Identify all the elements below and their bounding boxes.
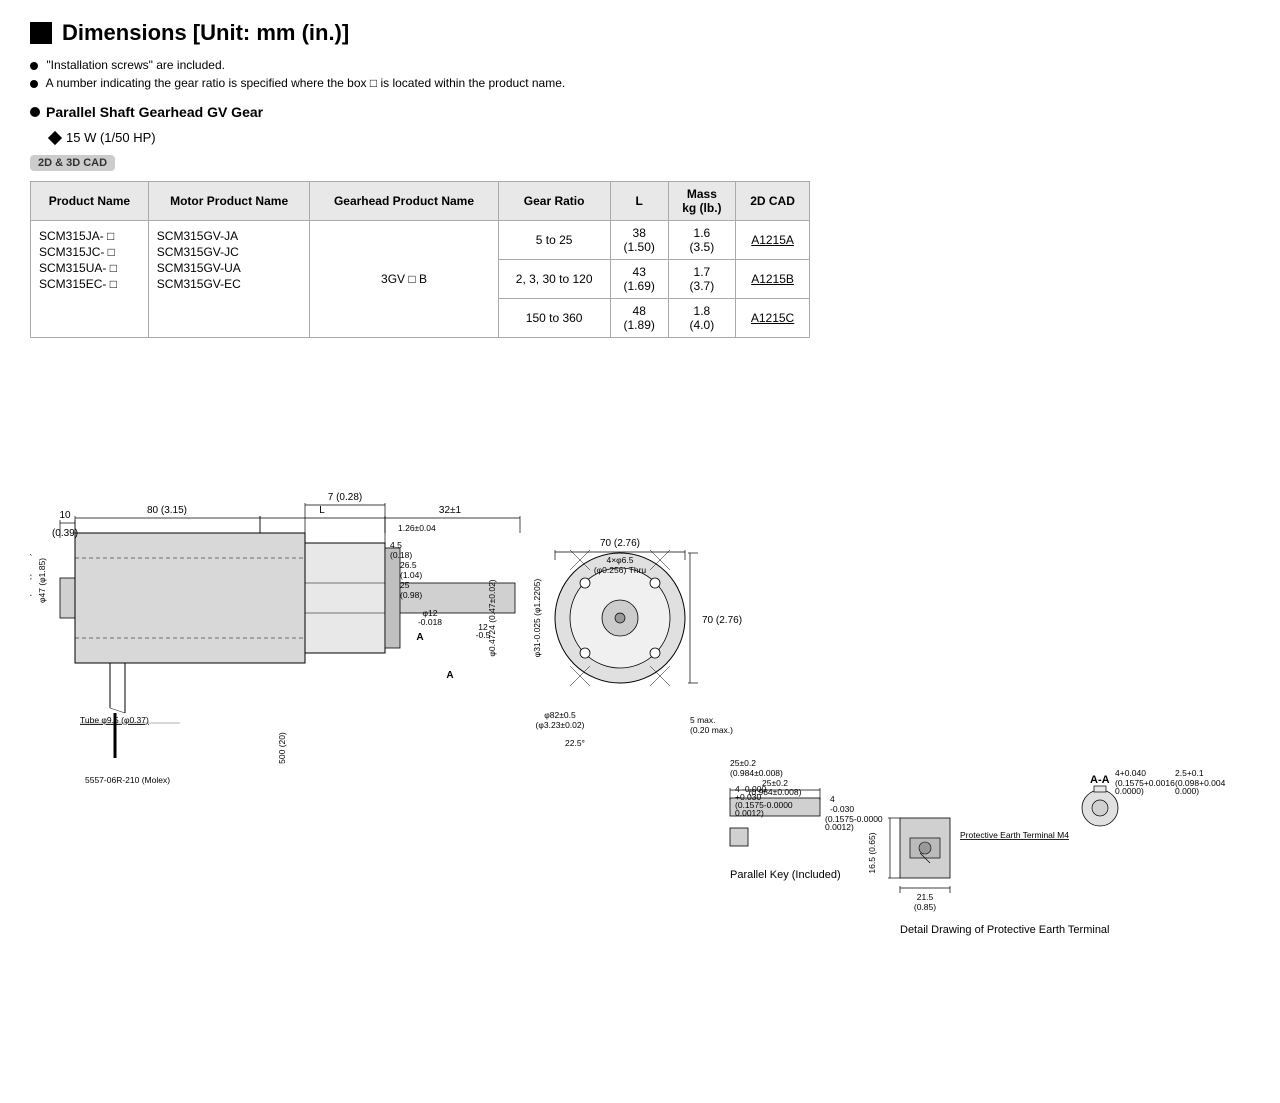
dim-10-in: (0.39) bbox=[52, 528, 78, 539]
dim-2-5-3: 0.000) bbox=[1175, 786, 1199, 796]
table-cell-mass-2: 1.7(3.7) bbox=[668, 260, 735, 299]
dim-4-0040: 4+0.040 bbox=[1115, 768, 1146, 778]
col-header-gearhead-product-name: Gearhead Product Name bbox=[310, 182, 498, 221]
page-title: Dimensions [Unit: mm (in.)] bbox=[30, 20, 1250, 46]
notes-section: "Installation screws" are included. A nu… bbox=[30, 58, 1250, 90]
dim-5-max: 5 max. bbox=[690, 715, 716, 725]
dim-phi12-tol: -0.018 bbox=[418, 617, 442, 627]
table-cell-l-2: 43(1.69) bbox=[610, 260, 668, 299]
dim-phi47: φ47 (φ1.85) bbox=[37, 558, 47, 603]
col-header-gear-ratio: Gear Ratio bbox=[498, 182, 610, 221]
dim-L: L bbox=[319, 505, 325, 516]
table-cell-product-names: SCM315JA- □ SCM315JC- □ SCM315UA- □ SCM3… bbox=[31, 221, 149, 338]
product-name-2: SCM315JC- □ bbox=[39, 245, 140, 259]
table-cell-gearhead-product-name: 3GV □ B bbox=[310, 221, 498, 338]
table-cell-mass-1: 1.6(3.5) bbox=[668, 221, 735, 260]
dim-4-5-in: (0.18) bbox=[390, 550, 412, 560]
dim-4xphi6-5: 4×φ6.5 bbox=[606, 555, 633, 565]
motor-name-3: SCM315GV-UA bbox=[157, 261, 302, 275]
dim-32: 32±1 bbox=[439, 505, 462, 516]
col-header-mass: Masskg (lb.) bbox=[668, 182, 735, 221]
col-header-product-name: Product Name bbox=[31, 182, 149, 221]
dim-80: 80 (3.15) bbox=[147, 505, 187, 516]
note-2: A number indicating the gear ratio is sp… bbox=[30, 76, 1250, 90]
section-heading: Parallel Shaft Gearhead GV Gear bbox=[30, 104, 1250, 120]
motor-name-4: SCM315GV-EC bbox=[157, 277, 302, 291]
motor-name-1: SCM315GV-JA bbox=[157, 229, 302, 243]
dim-25-in: (0.98) bbox=[400, 590, 422, 600]
dim-4-5: 4.5 bbox=[390, 540, 402, 550]
title-square-icon bbox=[30, 22, 52, 44]
bullet-icon-2 bbox=[30, 80, 38, 88]
dim-22-5: 22.5° bbox=[565, 738, 585, 748]
dimensions-table: Product Name Motor Product Name Gearhead… bbox=[30, 181, 810, 338]
table-cell-cad-1[interactable]: A1215A bbox=[736, 221, 810, 260]
dim-tube: Tube φ9.5 (φ0.37) bbox=[80, 715, 149, 725]
page-container: Dimensions [Unit: mm (in.)] "Installatio… bbox=[30, 20, 1250, 948]
section-aa-label: A-A bbox=[1090, 774, 1110, 786]
table-cell-mass-3: 1.8(4.0) bbox=[668, 299, 735, 338]
dim-70-2-76-right: 70 (2.76) bbox=[702, 615, 742, 626]
dim-A-bottom: A bbox=[416, 632, 423, 643]
dim-2-5: 2.5+0.1 bbox=[1175, 768, 1204, 778]
drawing-svg: 10 (0.39) 80 (3.15) L 32±1 7 (0.28) 4.5 bbox=[30, 368, 1250, 948]
dim-phi31: φ31-0.025 (φ1.2205) bbox=[532, 579, 542, 658]
product-name-3: SCM315UA- □ bbox=[39, 261, 140, 275]
dim-26-5: 26.5 bbox=[400, 560, 417, 570]
product-name-1: SCM315JA- □ bbox=[39, 229, 140, 243]
dim-phi69: φ69 (φ2.72) bbox=[30, 553, 32, 598]
dim-4-0040-3: 0.0000) bbox=[1115, 786, 1144, 796]
pe-terminal-label: Protective Earth Terminal M4 bbox=[960, 830, 1069, 840]
section-bullet-icon bbox=[30, 107, 40, 117]
product-name-4: SCM315EC- □ bbox=[39, 277, 140, 291]
col-header-l: L bbox=[610, 182, 668, 221]
dim-5-max-in: (0.20 max.) bbox=[690, 725, 733, 735]
dim-25: 25 bbox=[400, 580, 410, 590]
dim-molex: 5557-06R-210 (Molex) bbox=[85, 775, 170, 785]
note-1: "Installation screws" are included. bbox=[30, 58, 1250, 72]
dim-12-tol: -0.5 bbox=[476, 630, 491, 640]
col-header-2d-cad: 2D CAD bbox=[736, 182, 810, 221]
table-cell-l-1: 38(1.50) bbox=[610, 221, 668, 260]
dim-A-side: A bbox=[446, 670, 453, 681]
dim-pe-21-5-in: (0.85) bbox=[914, 902, 936, 912]
technical-drawing: 10 (0.39) 80 (3.15) L 32±1 7 (0.28) 4.5 bbox=[30, 368, 1250, 948]
dim-phi0-256-thru: (φ0.256) Thru bbox=[594, 565, 647, 575]
col-header-motor-product-name: Motor Product Name bbox=[148, 182, 310, 221]
dim-phi0-4724: φ0.4724 (0.47±0.02) bbox=[487, 579, 497, 656]
table-cell-l-3: 48(1.89) bbox=[610, 299, 668, 338]
bullet-icon-1 bbox=[30, 62, 38, 70]
diamond-icon bbox=[48, 130, 62, 144]
dim-26-5-in: (1.04) bbox=[400, 570, 422, 580]
table-cell-gear-ratio-1: 5 to 25 bbox=[498, 221, 610, 260]
dim-phi3-23: (φ3.23±0.02) bbox=[536, 720, 585, 730]
table-cell-gear-ratio-2: 2, 3, 30 to 120 bbox=[498, 260, 610, 299]
dim-key-4a: 4 bbox=[830, 794, 835, 804]
dim-key-4a-in2: 0.0012) bbox=[825, 822, 854, 832]
dim-70-2-76: 70 (2.76) bbox=[600, 538, 640, 549]
table-cell-motor-product-names: SCM315GV-JA SCM315GV-JC SCM315GV-UA SCM3… bbox=[148, 221, 310, 338]
dim-key-0-1575-2: 0.0012) bbox=[735, 808, 764, 818]
dim-7: 7 (0.28) bbox=[328, 492, 362, 503]
dim-key-4a-tol: -0.030 bbox=[830, 804, 854, 814]
dim-pkey-25-label: 25±0.2 bbox=[730, 758, 756, 768]
parallel-key-label: Parallel Key (Included) bbox=[730, 869, 841, 881]
power-heading: 15 W (1/50 HP) bbox=[50, 130, 1250, 145]
motor-name-2: SCM315GV-JC bbox=[157, 245, 302, 259]
dim-10: 10 bbox=[59, 510, 71, 521]
dim-1-26: 1.26±0.04 bbox=[398, 523, 436, 533]
table-cell-cad-3[interactable]: A1215C bbox=[736, 299, 810, 338]
dim-pkey-25-in: (0.984±0.008) bbox=[730, 768, 783, 778]
table-cell-gear-ratio-3: 150 to 360 bbox=[498, 299, 610, 338]
detail-drawing-label: Detail Drawing of Protective Earth Termi… bbox=[900, 924, 1110, 936]
table-cell-cad-2[interactable]: A1215B bbox=[736, 260, 810, 299]
cad-badge[interactable]: 2D & 3D CAD bbox=[30, 155, 115, 171]
dim-500: 500 (20) bbox=[277, 732, 287, 764]
dim-phi82: φ82±0.5 bbox=[544, 710, 576, 720]
dim-pe-16-5: 16.5 (0.65) bbox=[867, 832, 877, 873]
dim-pe-21-5: 21.5 bbox=[917, 892, 934, 902]
